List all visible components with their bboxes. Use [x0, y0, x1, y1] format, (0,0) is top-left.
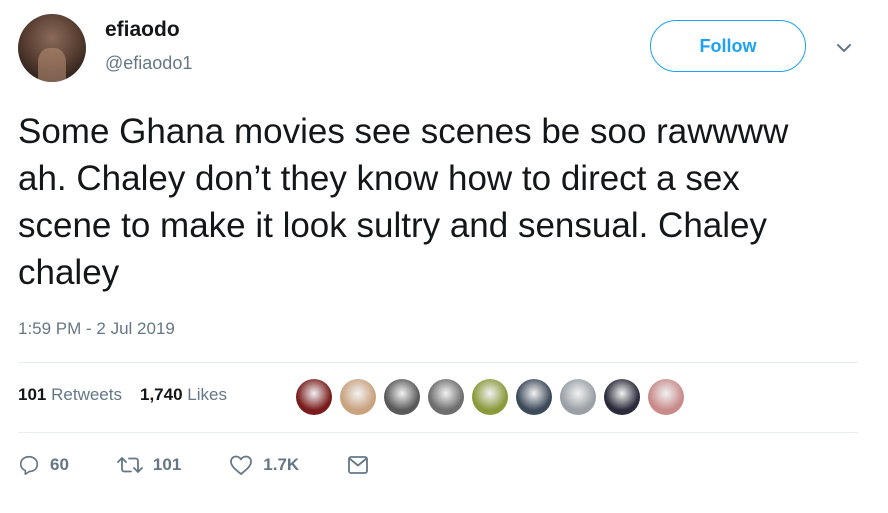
- liker-avatar[interactable]: [560, 379, 596, 415]
- like-button[interactable]: 1.7K: [229, 454, 299, 476]
- reply-count: 60: [50, 455, 69, 474]
- retweets-label: Retweets: [51, 385, 122, 404]
- chevron-down-icon[interactable]: [834, 38, 854, 58]
- author-display-name[interactable]: efiaodo: [105, 18, 180, 42]
- likes-count: 1,740: [139, 385, 183, 404]
- divider: [18, 362, 858, 363]
- liker-avatar[interactable]: [384, 379, 420, 415]
- liker-avatars: [296, 379, 684, 415]
- retweets-stat[interactable]: 101 Retweets: [18, 385, 122, 405]
- liker-avatar[interactable]: [428, 379, 464, 415]
- heart-icon: [230, 455, 253, 475]
- liker-avatar[interactable]: [604, 379, 640, 415]
- likes-stat[interactable]: 1,740 Likes: [140, 385, 227, 405]
- follow-button[interactable]: Follow: [650, 20, 806, 72]
- retweet-count: 101: [152, 455, 182, 474]
- likes-label: Likes: [187, 385, 227, 404]
- liker-avatar[interactable]: [648, 379, 684, 415]
- liker-avatar[interactable]: [296, 379, 332, 415]
- direct-message-button[interactable]: [347, 455, 369, 475]
- retweet-icon: [117, 457, 143, 473]
- tweet-actions: 60 101 1.7K: [18, 454, 417, 476]
- liker-avatar[interactable]: [472, 379, 508, 415]
- liker-avatar[interactable]: [516, 379, 552, 415]
- tweet-text: Some Ghana movies see scenes be soo raww…: [18, 112, 789, 292]
- reply-button[interactable]: 60: [18, 454, 69, 476]
- engagement-stats: 101 Retweets 1,740 Likes: [18, 385, 227, 405]
- divider: [18, 432, 858, 433]
- like-count: 1.7K: [263, 455, 300, 474]
- retweets-count: 101: [18, 385, 47, 404]
- liker-avatar[interactable]: [340, 379, 376, 415]
- tweet-timestamp[interactable]: 1:59 PM - 2 Jul 2019: [18, 319, 175, 339]
- author-handle[interactable]: @efiaodo1: [105, 53, 192, 74]
- retweet-button[interactable]: 101: [117, 454, 181, 476]
- message-icon: [348, 456, 369, 474]
- reply-icon: [19, 455, 39, 475]
- author-avatar[interactable]: [18, 14, 86, 82]
